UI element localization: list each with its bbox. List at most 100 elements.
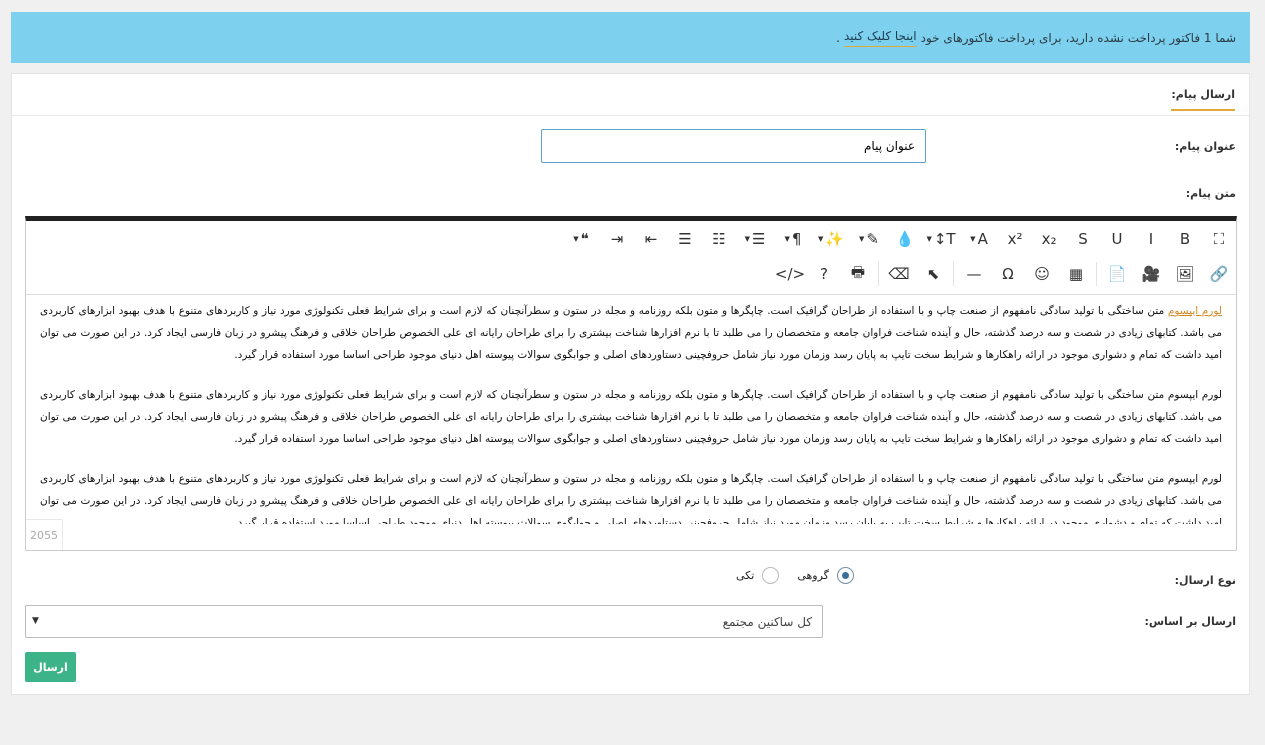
ordered-list-icon[interactable]: ☷ <box>702 224 736 254</box>
image-icon[interactable]: 🖼 <box>1168 259 1202 289</box>
editor-paragraph: لورم ایپسوم متن ساختگی با تولید سادگی نا… <box>40 389 1222 445</box>
link-icon-glyph: 🔗 <box>1209 265 1229 283</box>
editor-content[interactable]: لورم ایپسوم متن ساختگی با تولید سادگی نا… <box>26 294 1236 524</box>
paint-format-icon[interactable]: ✎ ▼ <box>850 224 888 254</box>
horizontal-line-icon-glyph: — <box>966 265 982 283</box>
align-icon-glyph: ☰ <box>751 230 766 248</box>
dropdown-caret-icon: ▼ <box>573 235 579 243</box>
editor-paragraph: لورم ایپسوم متن ساختگی با تولید سادگی نا… <box>40 473 1222 524</box>
fullscreen-icon[interactable]: ⛶ <box>1202 224 1236 254</box>
paragraph-icon[interactable]: ¶ ▼ <box>774 224 812 254</box>
dropdown-caret-icon: ▼ <box>859 235 865 243</box>
dropdown-caret-icon: ▼ <box>744 235 750 243</box>
pay-invoices-link[interactable]: اینجا کلیک کنید <box>843 29 917 47</box>
dropdown-caret-icon: ▼ <box>817 235 824 243</box>
radio-label-single: تکی <box>736 569 755 582</box>
toolbar-separator <box>1096 262 1097 286</box>
align-icon[interactable]: ☰ ▼ <box>736 224 774 254</box>
highlighted-text: لورم ایپسوم <box>1167 305 1222 317</box>
file-icon[interactable]: 📄 <box>1100 259 1134 289</box>
magic-wand-icon-glyph: ✨ <box>825 230 845 248</box>
char-counter: 2055 <box>26 519 63 550</box>
strikethrough-icon[interactable]: S <box>1066 224 1100 254</box>
select-all-icon[interactable]: ⬉ <box>916 259 950 289</box>
toolbar-row-1: ⛶ B I U Sx₂ x² A ▼ T↕ ▼ 💧 ✎ ▼ ✨ ▼ ¶ ▼ ☰ ▼ ☷ ☰ ⇤ ⇥ ❝ ▼ <box>562 222 1236 256</box>
outdent-icon-glyph: ⇤ <box>644 230 658 248</box>
help-icon-glyph: ? <box>820 265 828 283</box>
help-icon[interactable]: ? <box>807 259 841 289</box>
editor-toolbar: ⛶ B I U Sx₂ x² A ▼ T↕ ▼ 💧 ✎ ▼ ✨ ▼ ¶ ▼ ☰ ▼ ☷ ☰ ⇤ ⇥ ❝ ▼ 🔗 🖼 🎥 📄 ▦ ☺ Ω — ⬉ ⌫… <box>26 221 1236 295</box>
video-icon[interactable]: 🎥 <box>1134 259 1168 289</box>
font-size-icon[interactable]: T↕ ▼ <box>922 224 960 254</box>
radio-label-group: گروهی <box>797 569 829 582</box>
table-icon-glyph: ▦ <box>1068 265 1084 283</box>
italic-icon[interactable]: I <box>1134 224 1168 254</box>
image-icon-glyph: 🖼 <box>1175 265 1195 283</box>
quote-icon[interactable]: ❝ ▼ <box>562 224 600 254</box>
subscript-icon-glyph: x₂ <box>1041 230 1057 248</box>
unordered-list-icon[interactable]: ☰ <box>668 224 702 254</box>
color-icon[interactable]: 💧 <box>888 224 922 254</box>
send-basis-value: کل ساکنین مجتمع <box>722 614 812 629</box>
link-icon[interactable]: 🔗 <box>1202 259 1236 289</box>
code-view-icon[interactable]: </> <box>773 259 807 289</box>
unordered-list-icon-glyph: ☰ <box>678 230 692 248</box>
body-label: متن پیام: <box>1185 187 1236 200</box>
send-basis-select[interactable]: کل ساکنین مجتمع ▼ <box>25 605 823 638</box>
horizontal-line-icon[interactable]: — <box>957 259 991 289</box>
code-view-icon-glyph: </> <box>774 265 806 283</box>
emoji-icon[interactable]: ☺ <box>1025 259 1059 289</box>
print-icon[interactable]: 🖶 <box>841 259 875 289</box>
file-icon-glyph: 📄 <box>1107 265 1127 283</box>
superscript-icon-glyph: x² <box>1007 230 1023 248</box>
rich-text-editor[interactable]: ⛶ B I U Sx₂ x² A ▼ T↕ ▼ 💧 ✎ ▼ ✨ ▼ ¶ ▼ ☰ ▼ ☷ ☰ ⇤ ⇥ ❝ ▼ 🔗 🖼 🎥 📄 ▦ ☺ Ω — ⬉ ⌫… <box>25 216 1237 551</box>
underline-icon[interactable]: U <box>1100 224 1134 254</box>
paragraph-text: متن ساختگی با تولید سادگی نامفهوم از صنع… <box>40 305 1222 361</box>
clear-format-icon[interactable]: ⌫ <box>882 259 916 289</box>
font-size-icon-glyph: T↕ <box>933 230 956 248</box>
magic-wand-icon[interactable]: ✨ ▼ <box>812 224 850 254</box>
video-icon-glyph: 🎥 <box>1141 265 1161 283</box>
special-char-icon[interactable]: Ω <box>991 259 1025 289</box>
send-button[interactable]: ارسال <box>25 652 76 682</box>
underline-icon-glyph: U <box>1111 230 1123 248</box>
dropdown-caret-icon: ▼ <box>784 235 790 243</box>
indent-icon[interactable]: ⇥ <box>600 224 634 254</box>
emoji-icon-glyph: ☺ <box>1034 265 1050 283</box>
ordered-list-icon-glyph: ☷ <box>712 230 726 248</box>
bold-icon[interactable]: B <box>1168 224 1202 254</box>
outdent-icon[interactable]: ⇤ <box>634 224 668 254</box>
bold-icon-glyph: B <box>1179 230 1191 248</box>
radio-single-send[interactable]: تکی <box>736 567 780 584</box>
table-icon[interactable]: ▦ <box>1059 259 1093 289</box>
subscript-icon[interactable]: x₂ <box>1032 224 1066 254</box>
radio-button[interactable] <box>762 567 780 584</box>
alert-text: شما 1 فاکتور پرداخت نشده دارید، برای پرد… <box>920 30 1236 45</box>
font-family-icon[interactable]: A ▼ <box>960 224 998 254</box>
quote-icon-glyph: ❝ <box>580 230 589 248</box>
send-message-card: ارسال پیام: عنوان پیام: متن پیام: ⛶ B I U Sx… <box>11 73 1250 695</box>
fullscreen-icon-glyph: ⛶ <box>1213 230 1225 248</box>
subject-input[interactable] <box>541 129 926 163</box>
italic-icon-glyph: I <box>1148 230 1154 248</box>
dropdown-caret-icon: ▼ <box>926 235 932 243</box>
alert-period: . <box>836 30 840 45</box>
subject-label: عنوان پیام: <box>1174 140 1236 153</box>
editor-paragraph: لورم ایپسوم متن ساختگی با تولید سادگی نا… <box>40 300 1222 366</box>
toolbar-separator <box>953 262 954 286</box>
superscript-icon[interactable]: x² <box>998 224 1032 254</box>
strikethrough-icon-glyph: S <box>1078 230 1088 248</box>
card-title: ارسال پیام: <box>1171 88 1235 111</box>
select-all-icon-glyph: ⬉ <box>926 265 940 283</box>
radio-group-send[interactable]: گروهی <box>797 567 854 584</box>
toolbar-row-2: 🔗 🖼 🎥 📄 ▦ ☺ Ω — ⬉ ⌫ 🖶? </> <box>773 257 1236 291</box>
paint-format-icon-glyph: ✎ <box>866 230 879 248</box>
font-family-icon-glyph: A <box>977 230 988 248</box>
radio-button-selected[interactable] <box>836 567 854 584</box>
clear-format-icon-glyph: ⌫ <box>888 265 910 283</box>
dropdown-caret-icon: ▼ <box>970 235 976 243</box>
unpaid-invoice-alert: شما 1 فاکتور پرداخت نشده دارید، برای پرد… <box>11 12 1250 63</box>
send-type-label: نوع ارسال: <box>1174 574 1236 587</box>
caret-down-icon: ▼ <box>32 616 39 626</box>
paragraph-icon-glyph: ¶ <box>791 230 802 248</box>
